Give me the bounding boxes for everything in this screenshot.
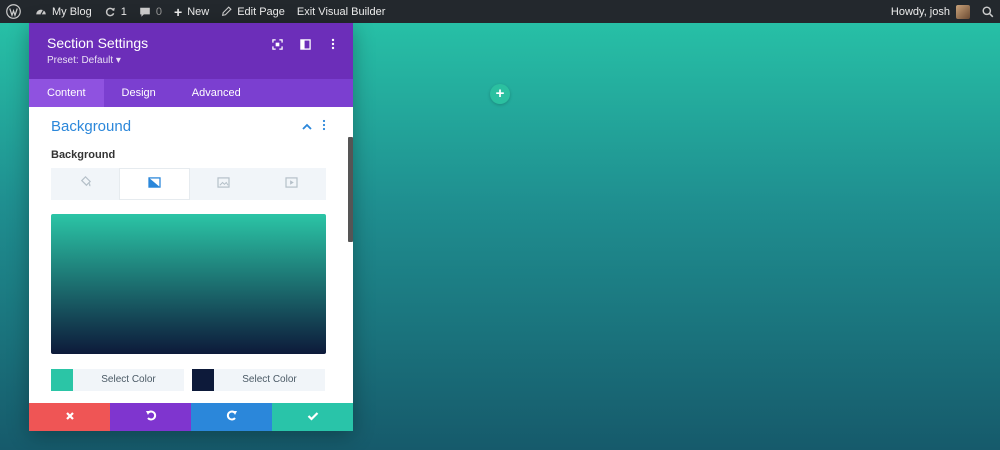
new-label: New [187,5,210,18]
background-field-label: Background [51,149,116,161]
preset-dropdown[interactable]: Preset: Default ▾ [47,55,335,66]
admin-bar: My Blog 1 0 + New Edit Page Exit Visual … [0,0,1000,23]
comments-link[interactable]: 0 [133,0,168,23]
split-view-icon[interactable] [299,38,311,50]
section-settings-panel: Section Settings Preset: Default ▾ Conte… [29,23,353,431]
scrollbar[interactable] [348,137,353,242]
close-icon [65,408,75,426]
background-section-header[interactable]: Background [51,107,326,145]
paint-bucket-icon [79,175,92,193]
greeting-label: Howdy, josh [890,5,950,18]
updates-count: 1 [120,5,127,18]
wordpress-logo-icon[interactable] [0,0,29,23]
tab-design[interactable]: Design [104,79,174,107]
background-video-tab[interactable] [258,168,326,200]
tab-content[interactable]: Content [29,79,104,107]
discard-button[interactable] [29,403,110,431]
check-icon [307,408,319,426]
color-swatch-start[interactable] [51,369,73,391]
tab-advanced[interactable]: Advanced [174,79,259,107]
dashboard-icon [35,6,47,18]
section-title: Background [51,117,132,135]
settings-tabs: Content Design Advanced [29,79,353,107]
exit-visual-builder-link[interactable]: Exit Visual Builder [291,0,391,23]
undo-button[interactable] [110,403,191,431]
plus-icon: + [174,3,183,20]
image-icon [217,175,230,193]
background-image-tab[interactable] [190,168,258,200]
site-name-link[interactable]: My Blog [29,0,98,23]
redo-button[interactable] [191,403,272,431]
updates-link[interactable]: 1 [98,0,133,23]
select-color-label: Select Color [242,374,297,385]
comments-count: 0 [155,5,162,18]
comment-icon [139,6,151,18]
avatar [956,4,970,19]
video-icon [285,175,298,193]
pencil-icon [221,6,232,17]
background-gradient-tab[interactable] [119,168,190,200]
undo-icon [145,408,157,426]
site-name-label: My Blog [52,5,92,18]
select-color-label: Select Color [101,374,156,385]
add-row-button[interactable]: + [490,84,510,104]
search-button[interactable] [976,0,1000,23]
expand-icon[interactable] [271,38,283,50]
gradient-end-color-picker[interactable]: Select Color [192,369,325,391]
background-type-tabs [51,168,326,200]
chevron-up-icon[interactable] [302,119,312,133]
save-button[interactable] [272,403,353,431]
panel-footer [29,403,353,431]
new-content-link[interactable]: + New [168,0,215,23]
panel-body: Background Background Select Color Selec… [29,107,353,403]
exit-builder-label: Exit Visual Builder [296,5,386,18]
gradient-preview [51,214,326,354]
edit-page-link[interactable]: Edit Page [215,0,291,23]
gradient-start-color-picker[interactable]: Select Color [51,369,184,391]
gradient-icon [148,175,161,193]
gradient-color-row: Select Color Select Color [51,369,326,391]
background-color-tab[interactable] [51,168,119,200]
color-swatch-end[interactable] [192,369,214,391]
updates-icon [104,6,116,18]
section-more-icon[interactable] [322,119,326,134]
redo-icon [226,408,238,426]
account-menu[interactable]: Howdy, josh [885,0,976,23]
search-icon [982,5,994,18]
edit-page-label: Edit Page [237,5,285,18]
more-options-icon[interactable] [327,38,339,50]
panel-header[interactable]: Section Settings Preset: Default ▾ [29,23,353,79]
